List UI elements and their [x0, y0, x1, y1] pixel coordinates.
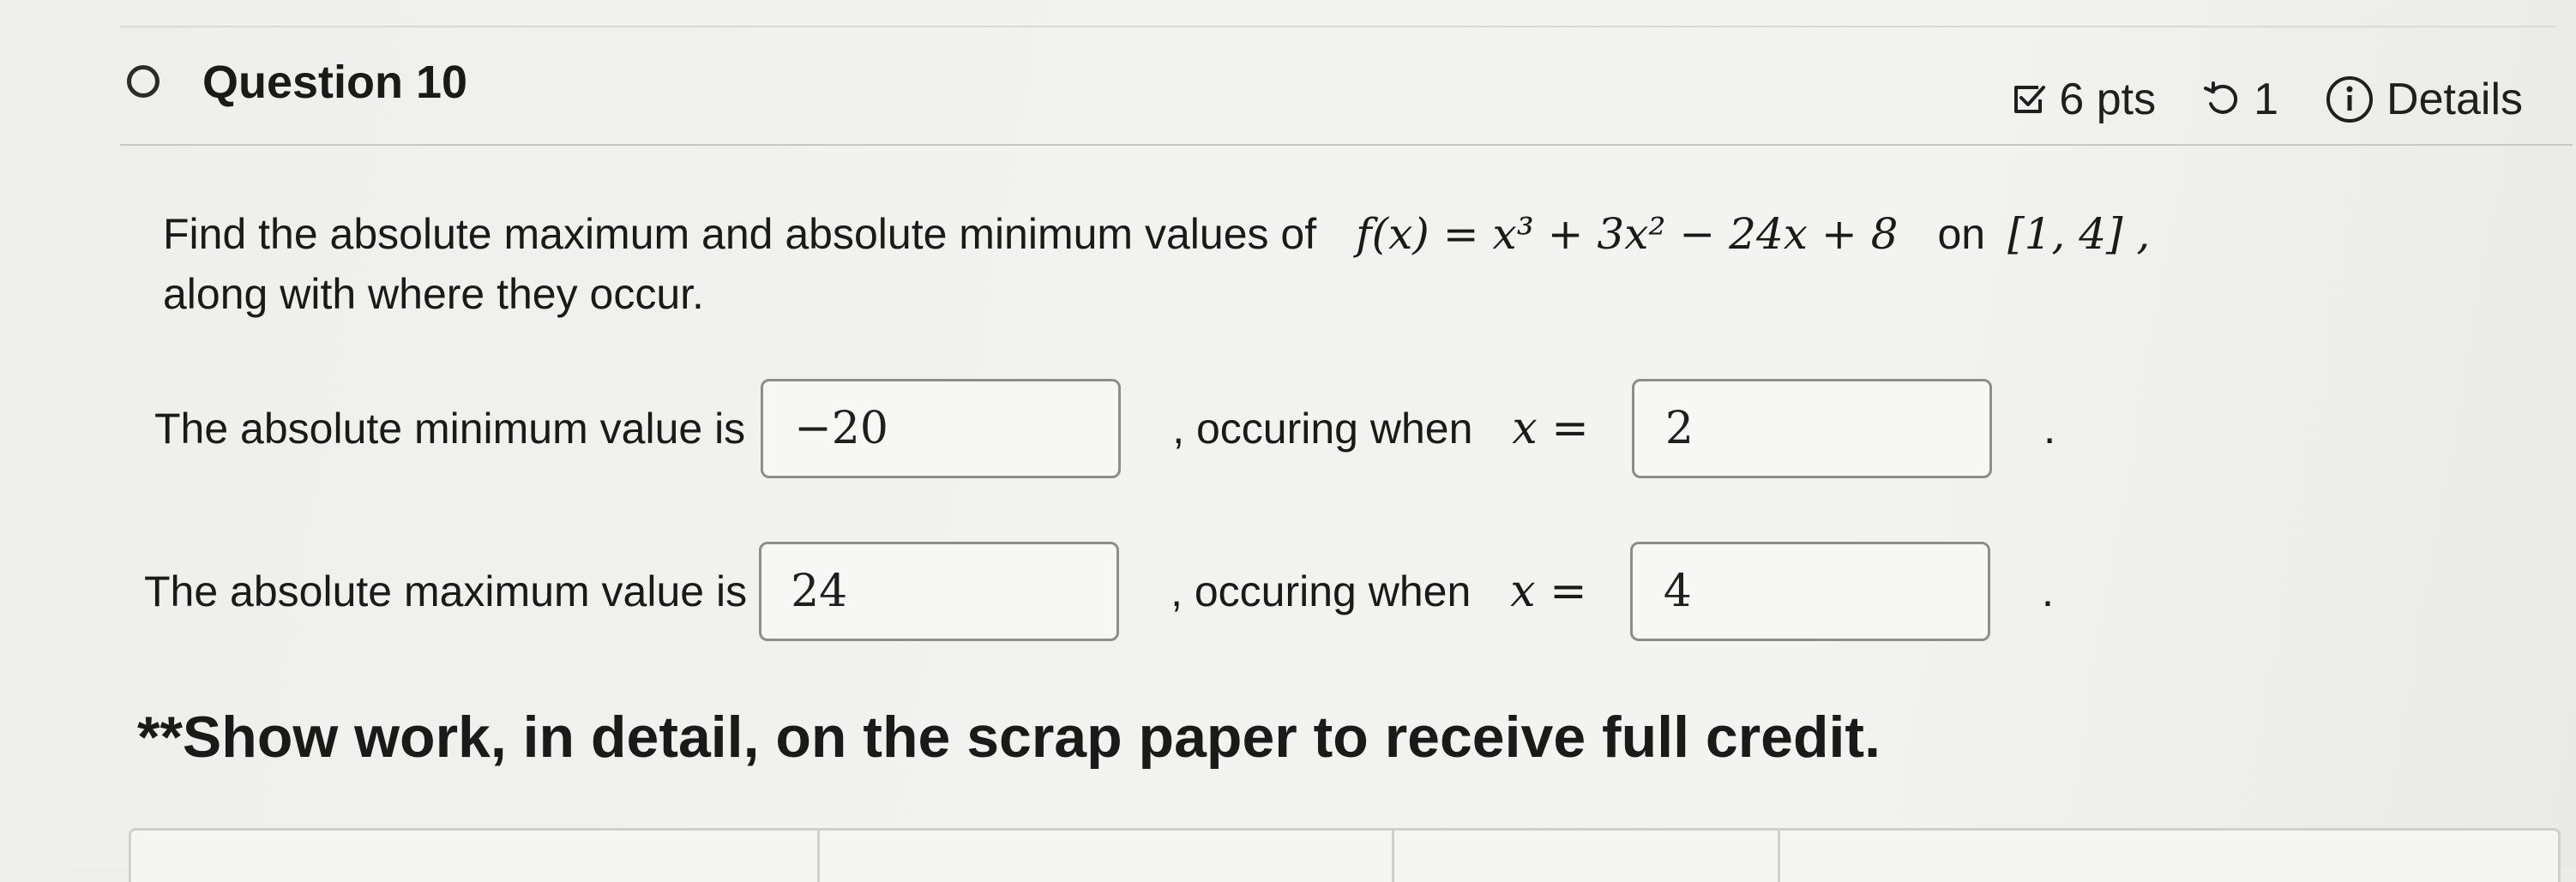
instruction-note: **Show work, in detail, on the scrap pap… — [137, 705, 1881, 770]
prompt-line-2: along with where they occur. — [163, 270, 704, 318]
minimum-value-input[interactable]: −20 — [761, 379, 1122, 478]
prompt-text: Find the absolute maximum and absolute m… — [163, 210, 1317, 258]
circle-outline-icon — [127, 65, 159, 98]
question-title: Question 10 — [202, 57, 468, 108]
minimum-period: . — [2043, 404, 2056, 453]
maximum-label: The absolute maximum value is — [144, 567, 748, 615]
header-divider — [120, 144, 2573, 146]
maximum-occurring-label: , occuring when — [1171, 567, 1472, 615]
retry-icon — [2202, 80, 2242, 119]
minimum-x-label: x = — [1512, 403, 1589, 454]
info-icon[interactable] — [2325, 75, 2374, 124]
rich-text-editor-toolbar[interactable] — [129, 828, 2561, 882]
toolbar-separator — [1392, 831, 1394, 882]
maximum-x-input[interactable]: 4 — [1629, 542, 1990, 641]
prompt-line-1: Find the absolute maximum and absolute m… — [163, 204, 2150, 264]
maximum-row: The absolute maximum value is 24 , occur… — [144, 542, 2054, 641]
toolbar-separator — [1778, 831, 1780, 882]
maximum-period: . — [2041, 567, 2055, 616]
attempts-text: 1 — [2254, 75, 2279, 124]
minimum-occurring-label: , occuring when — [1172, 405, 1473, 453]
toolbar-separator — [817, 831, 820, 882]
interval: [1, 4] , — [2007, 209, 2151, 259]
question-prompt: Find the absolute maximum and absolute m… — [163, 204, 2150, 324]
details-link[interactable]: Details — [2386, 74, 2523, 125]
minimum-label: The absolute minimum value is — [154, 405, 746, 453]
minimum-row: The absolute minimum value is −20 , occu… — [154, 379, 2055, 478]
checkbox-icon — [2009, 81, 2047, 118]
minimum-x-input[interactable]: 2 — [1631, 379, 1992, 478]
function-expression: f(x) = x³ + 3x² − 24x + 8 — [1356, 209, 1899, 259]
question-meta: 6 pts 1 Details — [2009, 74, 2523, 125]
points-text: 6 pts — [2059, 75, 2157, 124]
on-word: on — [1937, 210, 1986, 258]
top-divider — [120, 26, 2555, 27]
maximum-value-input[interactable]: 24 — [759, 542, 1120, 641]
maximum-x-label: x = — [1510, 566, 1587, 617]
